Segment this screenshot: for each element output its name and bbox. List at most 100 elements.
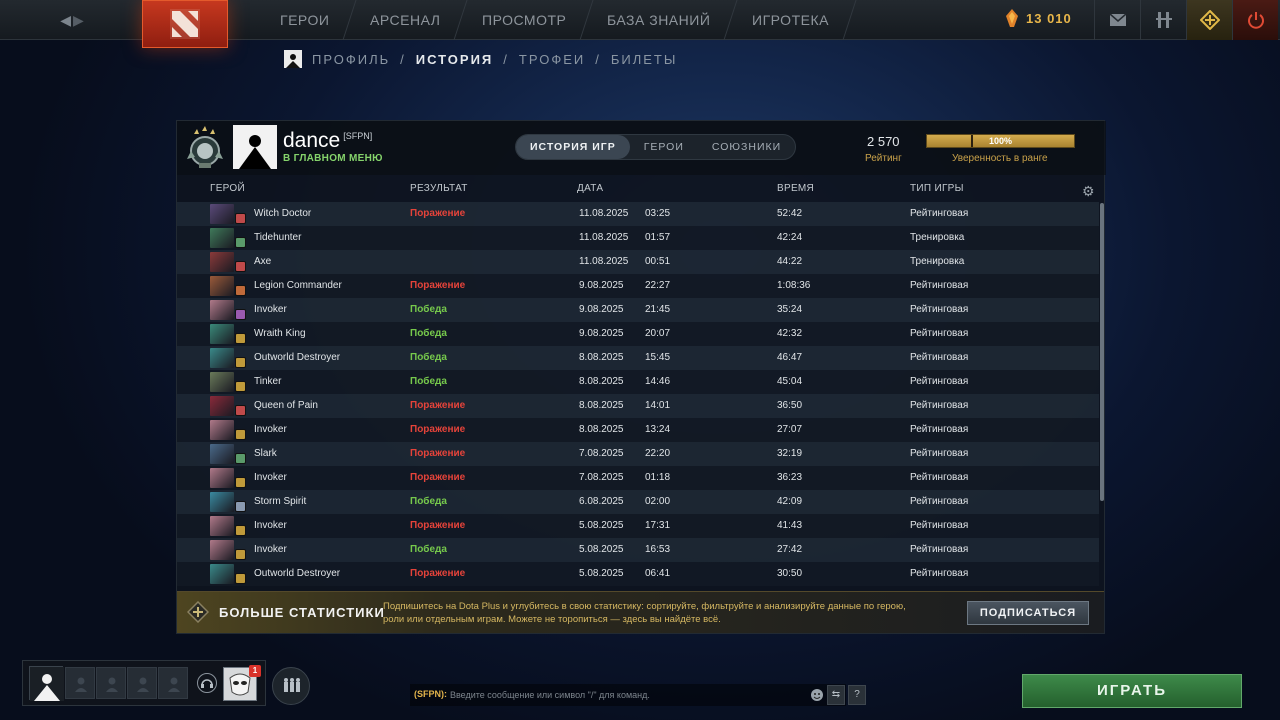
hero-name: Invoker [254, 472, 287, 483]
game-type: Рейтинговая [910, 472, 969, 483]
nav-heroes[interactable]: ГЕРОИ [253, 0, 357, 40]
nav-watch[interactable]: ПРОСМОТР [455, 0, 594, 40]
match-list-scrollbar[interactable] [1100, 203, 1104, 501]
table-row[interactable]: Invoker Поражение 7.08.2025 01:18 36:23 Рейти… [177, 466, 1099, 490]
table-row[interactable]: Invoker Поражение 8.08.2025 13:24 27:07 Рейти… [177, 418, 1099, 442]
avatar-silhouette-icon [30, 667, 64, 701]
header-game-type[interactable]: ТИП ИГРЫ [910, 183, 964, 194]
match-result: Поражение [410, 208, 466, 219]
emoji-icon[interactable] [810, 688, 824, 702]
chat-channel[interactable]: (SFPN): [414, 689, 447, 699]
confidence-label: Уверенность в ранге [952, 153, 1048, 164]
match-history-panel: dance [SFPN] В ГЛАВНОМ МЕНЮ ИСТОРИЯ ИГР Г… [176, 120, 1106, 634]
profile-avatar-icon[interactable] [284, 50, 302, 68]
power-icon [1247, 12, 1264, 29]
match-date: 8.08.2025 [579, 424, 624, 435]
nav-learn[interactable]: БАЗА ЗНАНИЙ [580, 0, 739, 40]
hero-portrait [210, 540, 234, 560]
chat-wheel-button[interactable]: ⇆ [827, 685, 845, 705]
profile-header: dance [SFPN] В ГЛАВНОМ МЕНЮ ИСТОРИЯ ИГР Г… [177, 121, 1106, 175]
table-row[interactable]: Slark Поражение 7.08.2025 22:20 32:19 Рейтинг… [177, 442, 1099, 466]
game-type: Рейтинговая [910, 352, 969, 363]
match-time: 01:18 [645, 472, 671, 483]
hero-name: Invoker [254, 544, 287, 555]
match-time: 03:25 [645, 208, 671, 219]
subnav-profile[interactable]: ПРОФИЛЬ [312, 52, 390, 67]
subscribe-button[interactable]: ПОДПИСАТЬСЯ [967, 601, 1089, 625]
player-status: В ГЛАВНОМ МЕНЮ [283, 153, 383, 164]
table-row[interactable]: Axe 11.08.2025 00:51 44:22 Тренировка [177, 250, 1099, 274]
exit-button[interactable] [1232, 0, 1278, 40]
nav-arcade[interactable]: ИГРОТЕКА [725, 0, 857, 40]
table-row[interactable]: Invoker Поражение 5.08.2025 17:31 41:43 Рейти… [177, 514, 1099, 538]
player-avatar[interactable] [233, 125, 277, 169]
hero-name: Tidehunter [254, 232, 302, 243]
play-button[interactable]: ИГРАТЬ [1022, 674, 1242, 708]
tab-match-history[interactable]: ИСТОРИЯ ИГР [516, 135, 630, 159]
role-icon [235, 525, 246, 536]
nav-arsenal[interactable]: АРСЕНАЛ [343, 0, 469, 40]
nav-watch-label: ПРОСМОТР [481, 12, 567, 28]
top-bar: ◀ ▶ ГЕРОИ АРСЕНАЛ ПРОСМОТР БАЗА ЗНАНИЙ ИГ… [0, 0, 1280, 48]
match-duration: 44:22 [777, 256, 803, 267]
profile-subnav: ПРОФИЛЬ / ИСТОРИЯ / ТРОФЕИ / БИЛЕТЫ [284, 50, 677, 68]
party-slot[interactable] [65, 667, 95, 699]
table-row[interactable]: Wraith King Победа 9.08.2025 20:07 42:32 Рейт… [177, 322, 1099, 346]
dota-plus-button[interactable] [1186, 0, 1232, 40]
armory-button[interactable] [1140, 0, 1186, 40]
rank-medal-icon[interactable] [185, 125, 225, 171]
chat-bar: (SFPN): ⇆ [410, 684, 846, 706]
table-header: ГЕРОЙ РЕЗУЛЬТАТ ДАТА ВРЕМЯ ТИП ИГРЫ ⚙ [177, 179, 1106, 199]
role-icon [235, 261, 246, 272]
game-type: Рейтинговая [910, 496, 969, 507]
header-hero[interactable]: ГЕРОЙ [210, 183, 245, 194]
find-party-button[interactable] [272, 667, 310, 705]
notification-badge: 1 [249, 665, 261, 677]
mail-button[interactable] [1094, 0, 1140, 40]
back-button[interactable]: ◀ ▶ [50, 8, 94, 32]
hero-portrait [210, 324, 234, 344]
subnav-history[interactable]: ИСТОРИЯ [416, 52, 494, 67]
voice-chat-button[interactable] [197, 673, 217, 693]
header-duration[interactable]: ВРЕМЯ [777, 183, 814, 194]
party-slot[interactable] [96, 667, 126, 699]
header-result[interactable]: РЕЗУЛЬТАТ [410, 183, 468, 194]
my-avatar[interactable] [29, 666, 64, 701]
hero-name: Witch Doctor [254, 208, 312, 219]
forward-arrow-icon[interactable]: ▶ [73, 12, 84, 29]
main-nav: ГЕРОИ АРСЕНАЛ ПРОСМОТР БАЗА ЗНАНИЙ ИГРОТ… [253, 0, 857, 40]
guild-tag: [SFPN] [343, 131, 373, 141]
dota-logo-icon [170, 9, 200, 39]
tab-allies[interactable]: СОЮЗНИКИ [698, 135, 795, 159]
headset-icon [201, 679, 213, 688]
dota-logo[interactable] [142, 0, 228, 48]
match-date: 11.08.2025 [579, 208, 629, 219]
match-list: Witch Doctor Поражение 11.08.2025 03:25 52:4… [177, 202, 1099, 589]
gear-icon[interactable]: ⚙ [1082, 183, 1095, 200]
match-date: 5.08.2025 [579, 568, 624, 579]
subnav-tickets[interactable]: БИЛЕТЫ [611, 52, 678, 67]
match-date: 9.08.2025 [579, 280, 624, 291]
chat-input[interactable] [450, 687, 800, 703]
table-row[interactable]: Outworld Destroyer Поражение 5.08.2025 06:4… [177, 562, 1099, 586]
table-row[interactable]: Queen of Pain Поражение 8.08.2025 14:01 36:5… [177, 394, 1099, 418]
tab-heroes[interactable]: ГЕРОИ [630, 135, 698, 159]
match-result: Поражение [410, 472, 466, 483]
game-type: Рейтинговая [910, 424, 969, 435]
role-icon [235, 453, 246, 464]
table-row[interactable]: Storm Spirit Победа 6.08.2025 02:00 42:09 Рей… [177, 490, 1099, 514]
match-date: 8.08.2025 [579, 376, 624, 387]
table-row[interactable]: Outworld Destroyer Победа 8.08.2025 15:45 46… [177, 346, 1099, 370]
table-row[interactable]: Witch Doctor Поражение 11.08.2025 03:25 52:4… [177, 202, 1099, 226]
table-row[interactable]: Invoker Победа 9.08.2025 21:45 35:24 Рейтинго… [177, 298, 1099, 322]
table-row[interactable]: Tidehunter 11.08.2025 01:57 42:24 Тренировка [177, 226, 1099, 250]
table-row[interactable]: Invoker Победа 5.08.2025 16:53 27:42 Рейтинго… [177, 538, 1099, 562]
table-row[interactable]: Legion Commander Поражение 9.08.2025 22:27 1… [177, 274, 1099, 298]
subnav-trophies[interactable]: ТРОФЕИ [519, 52, 585, 67]
table-row[interactable]: Tinker Победа 8.08.2025 14:46 45:04 Рейтингов… [177, 370, 1099, 394]
shards-balance[interactable]: 13 010 [1004, 8, 1072, 28]
party-slot[interactable] [158, 667, 188, 699]
help-button[interactable]: ? [848, 685, 866, 705]
header-date[interactable]: ДАТА [577, 183, 603, 194]
party-slot[interactable] [127, 667, 157, 699]
